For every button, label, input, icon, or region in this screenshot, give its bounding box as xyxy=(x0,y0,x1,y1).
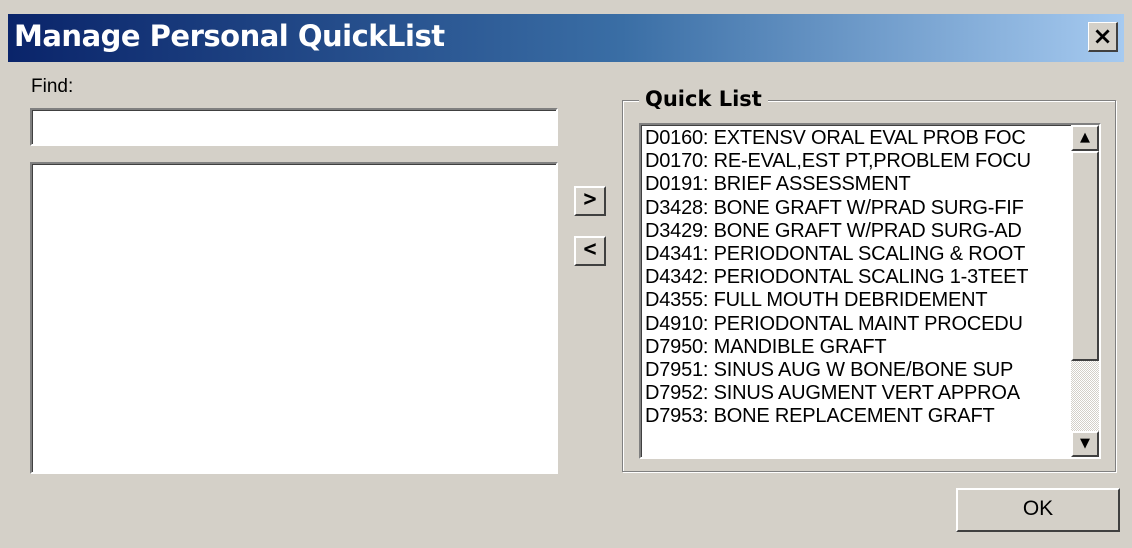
chevron-right-icon: > xyxy=(583,187,597,212)
list-item[interactable]: D7951: SINUS AUG W BONE/BONE SUP xyxy=(645,359,1071,382)
scroll-down-icon: ▼ xyxy=(1080,436,1090,451)
chevron-left-icon: < xyxy=(583,237,597,262)
scroll-thumb[interactable] xyxy=(1071,151,1099,361)
remove-from-quicklist-button[interactable]: < xyxy=(574,236,606,266)
list-item[interactable]: D3428: BONE GRAFT W/PRAD SURG-FIF xyxy=(645,197,1071,220)
list-item[interactable]: D4355: FULL MOUTH DEBRIDEMENT xyxy=(645,289,1071,312)
list-item[interactable]: D0160: EXTENSV ORAL EVAL PROB FOC xyxy=(645,127,1071,150)
title-bar: Manage Personal QuickList × xyxy=(8,14,1124,62)
quick-list[interactable]: D0160: EXTENSV ORAL EVAL PROB FOC D0170: … xyxy=(639,123,1101,459)
scroll-up-button[interactable]: ▲ xyxy=(1071,125,1099,151)
list-item[interactable]: D7953: BONE REPLACEMENT GRAFT xyxy=(645,405,1071,428)
find-label: Find: xyxy=(31,76,74,97)
close-button[interactable]: × xyxy=(1088,22,1118,52)
list-item[interactable]: D4910: PERIODONTAL MAINT PROCEDU xyxy=(645,313,1071,336)
list-item[interactable]: D3429: BONE GRAFT W/PRAD SURG-AD xyxy=(645,220,1071,243)
quick-list-group: Quick List D0160: EXTENSV ORAL EVAL PROB… xyxy=(622,87,1116,472)
list-item[interactable]: D7950: MANDIBLE GRAFT xyxy=(645,336,1071,359)
list-item[interactable]: D0191: BRIEF ASSESSMENT xyxy=(645,173,1071,196)
search-results-list[interactable] xyxy=(30,162,558,474)
scroll-up-icon: ▲ xyxy=(1080,130,1090,145)
list-item[interactable]: D4341: PERIODONTAL SCALING & ROOT xyxy=(645,243,1071,266)
quick-list-items: D0160: EXTENSV ORAL EVAL PROB FOC D0170: … xyxy=(645,127,1071,428)
quick-list-scrollbar[interactable]: ▲ ▼ xyxy=(1071,125,1099,457)
find-input[interactable] xyxy=(30,108,558,146)
list-item[interactable]: D4342: PERIODONTAL SCALING 1-3TEET xyxy=(645,266,1071,289)
ok-button[interactable]: OK xyxy=(956,488,1120,532)
list-item[interactable]: D7952: SINUS AUGMENT VERT APPROA xyxy=(645,382,1071,405)
window-title: Manage Personal QuickList xyxy=(14,19,445,53)
scroll-down-button[interactable]: ▼ xyxy=(1071,431,1099,457)
close-icon: × xyxy=(1092,22,1113,50)
list-item[interactable]: D0170: RE-EVAL,EST PT,PROBLEM FOCU xyxy=(645,150,1071,173)
add-to-quicklist-button[interactable]: > xyxy=(574,186,606,216)
quick-list-title: Quick List xyxy=(639,87,768,111)
